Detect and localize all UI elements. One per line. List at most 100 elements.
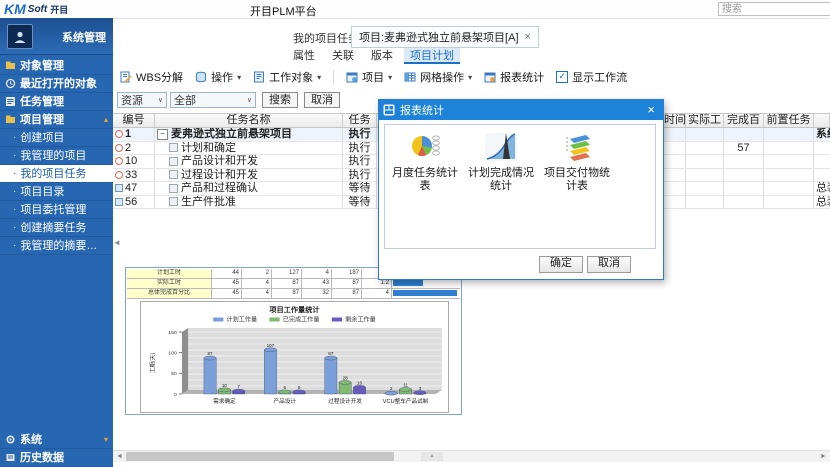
sidebar-item-label: 项目目录	[20, 183, 64, 201]
horizontal-scrollbar[interactable]: ◄ ▴ ►	[113, 450, 830, 462]
sidebar-item-my-managed-summary[interactable]: · 我管理的摘要…	[0, 237, 113, 255]
expand-arrow-icon[interactable]: ▾	[104, 431, 108, 449]
scrollbar-thumb[interactable]	[126, 452, 394, 461]
sidebar-item-history-data[interactable]: 历史数据	[0, 449, 113, 467]
show-workflow-checkbox[interactable]: ✓ 显示工作流	[556, 69, 627, 85]
sidebar-item-my-project-tasks[interactable]: · 我的项目任务	[0, 165, 113, 183]
column-header-predecessor[interactable]: 前置任务	[764, 114, 814, 127]
resource-combobox[interactable]: 资源 ∨	[117, 92, 167, 108]
operations-menu-button[interactable]: 操作 ▾	[195, 69, 241, 85]
sidebar-item-label: 项目管理	[20, 111, 64, 129]
svg-text:剩余工作量: 剩余工作量	[345, 316, 376, 324]
task-status: 执行	[343, 128, 377, 141]
document-icon	[253, 71, 265, 83]
summary-value: 45	[212, 279, 242, 288]
task-id: 10	[125, 155, 137, 167]
checkbox-checked-icon[interactable]: ✓	[556, 71, 568, 83]
sidebar-item-label: 最近打开的对象	[20, 75, 97, 93]
task-name: 过程设计和开发	[181, 169, 258, 181]
cancel-button[interactable]: 取消	[304, 92, 340, 108]
task-name: 计划和确定	[181, 142, 236, 154]
global-search-input[interactable]	[718, 2, 830, 16]
bullet-icon: ·	[13, 219, 16, 237]
grid-icon	[404, 71, 416, 83]
summary-label: 计划工时	[127, 269, 212, 278]
column-header-percent[interactable]: 完成百	[724, 114, 764, 127]
work-object-menu-button[interactable]: 工作对象 ▾	[253, 69, 321, 85]
dialog-title-bar[interactable]: 报表统计 ×	[379, 100, 663, 120]
tree-collapse-icon[interactable]: −	[157, 129, 168, 140]
summary-label: 实际工时	[127, 279, 212, 288]
ok-button[interactable]: 确定	[539, 256, 583, 273]
tab-relations[interactable]: 关联	[326, 48, 360, 64]
progress-cell	[392, 289, 458, 298]
column-header-status[interactable]: 任务	[343, 114, 377, 127]
column-header-actual-work[interactable]: 实际工	[686, 114, 724, 127]
task-status: 等待	[343, 196, 377, 209]
sidebar-item-project-management[interactable]: 项目管理 ▴	[0, 111, 113, 129]
scrollbar-grip[interactable]: ▴	[421, 452, 443, 461]
task-resource: 总装	[814, 182, 830, 195]
bar-chart-canvas: 项目工作量统计计划工作量已完成工作量剩余工作量050100150工期(天)871…	[141, 302, 448, 412]
task-resource: 系统	[814, 128, 830, 141]
grid-operations-menu-button[interactable]: 网格操作 ▾	[404, 69, 472, 85]
tab-project-plan[interactable]: 项目计划	[404, 48, 460, 64]
sidebar-item-recent-objects[interactable]: 最近打开的对象	[0, 75, 113, 93]
sidebar-collapse-handle[interactable]: ◄	[113, 238, 121, 247]
task-resource: 总装	[814, 196, 830, 209]
sidebar-item-label: 系统	[20, 431, 42, 449]
sidebar-item-project-directory[interactable]: · 项目目录	[0, 183, 113, 201]
svg-text:107: 107	[267, 343, 275, 348]
column-header-resource[interactable]	[814, 114, 830, 127]
svg-text:0: 0	[174, 392, 177, 398]
report-statistics-dialog: 报表统计 × 月度任务统计表	[378, 99, 664, 280]
summary-value: 2	[242, 269, 272, 278]
report-preview-panel: 计划工时 44 2 127 4 187 5 实际工时 45 4 87 43 87…	[125, 267, 462, 415]
report-item-plan-completion[interactable]: 计划完成情况统计	[463, 131, 539, 248]
collapse-arrow-icon[interactable]: ▴	[104, 111, 108, 129]
search-button[interactable]: 搜索	[262, 92, 298, 108]
tab-properties[interactable]: 属性	[287, 48, 321, 64]
svg-text:工期(天): 工期(天)	[149, 353, 156, 373]
history-icon	[5, 452, 16, 463]
sidebar-item-object-management[interactable]: 对象管理	[0, 57, 113, 75]
column-header-name[interactable]: 任务名称	[155, 114, 343, 127]
summary-row: 实际工时 45 4 87 43 87 1.2	[127, 279, 460, 289]
summary-value: 4	[242, 279, 272, 288]
column-header-id[interactable]: 编号	[113, 114, 155, 127]
close-icon[interactable]: ×	[525, 32, 531, 43]
sidebar-item-label: 对象管理	[20, 57, 64, 75]
report-item-monthly-task[interactable]: 月度任务统计表	[387, 131, 463, 248]
tree-leaf-icon	[169, 143, 178, 152]
toolbar-label: 项目	[362, 69, 384, 85]
task-percent	[724, 128, 764, 141]
sidebar-item-create-summary-task[interactable]: · 创建摘要任务	[0, 219, 113, 237]
svg-text:产品设计: 产品设计	[274, 397, 297, 405]
bullet-icon: ·	[13, 165, 16, 183]
avatar[interactable]	[7, 24, 33, 49]
summary-label: 总体完成百分比	[127, 289, 212, 298]
report-statistics-button[interactable]: 报表统计	[484, 69, 544, 85]
sidebar-item-create-project[interactable]: · 创建项目	[0, 129, 113, 147]
dialog-title: 报表统计	[400, 102, 444, 118]
scope-combobox[interactable]: 全部 ∨	[170, 92, 256, 108]
scroll-left-arrow[interactable]: ◄	[113, 451, 126, 462]
tree-leaf-icon	[169, 170, 178, 179]
task-percent	[724, 182, 764, 195]
cancel-button[interactable]: 取消	[587, 256, 631, 273]
project-menu-button[interactable]: 项目 ▾	[346, 69, 392, 85]
summary-value: 43	[302, 279, 332, 288]
wbs-decompose-button[interactable]: WBS分解	[120, 69, 183, 85]
tab-project-macpherson[interactable]: 项目:麦弗逊式独立前悬架项目[A] ×	[351, 26, 539, 48]
logo-km-text: KM	[4, 1, 26, 17]
report-item-deliverables[interactable]: 项目交付物统计表	[539, 131, 615, 248]
sidebar-item-my-managed-projects[interactable]: · 我管理的项目	[0, 147, 113, 165]
sidebar-item-project-delegation[interactable]: · 项目委托管理	[0, 201, 113, 219]
sidebar-item-system[interactable]: 系统 ▾	[0, 431, 113, 449]
tab-versions[interactable]: 版本	[365, 48, 399, 64]
report-item-label: 项目交付物统计表	[541, 167, 613, 193]
close-icon[interactable]: ×	[647, 102, 655, 117]
chevron-down-icon: ▾	[237, 73, 241, 82]
sidebar-item-task-management[interactable]: 任务管理	[0, 93, 113, 111]
scroll-right-arrow[interactable]: ►	[817, 451, 830, 462]
